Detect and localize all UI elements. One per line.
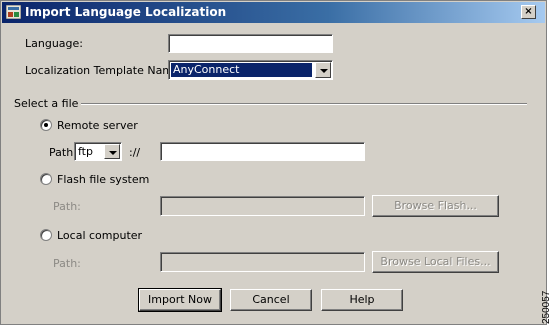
- group-divider: [81, 103, 527, 105]
- close-icon: ×: [524, 6, 533, 17]
- remote-path-label: Path: [49, 146, 74, 159]
- language-label: Language:: [25, 37, 83, 50]
- select-file-group-label: Select a file: [14, 97, 79, 110]
- remote-server-label: Remote server: [57, 119, 138, 132]
- template-selected-value: AnyConnect: [171, 63, 312, 77]
- local-computer-label: Local computer: [57, 229, 143, 242]
- protocol-value: ftp: [78, 145, 93, 158]
- import-language-localization-dialog: Import Language Localization × Language:…: [0, 0, 547, 325]
- title-bar[interactable]: Import Language Localization ×: [2, 2, 545, 23]
- local-path-label: Path:: [53, 257, 81, 270]
- remote-server-radio[interactable]: [40, 119, 52, 131]
- flash-file-system-radio[interactable]: [40, 173, 52, 185]
- local-path-input[interactable]: [160, 252, 365, 272]
- remote-path-input[interactable]: [160, 142, 365, 161]
- window-title: Import Language Localization: [25, 5, 227, 19]
- chevron-down-icon[interactable]: [315, 62, 331, 78]
- flash-path-input[interactable]: [160, 196, 365, 216]
- chevron-down-icon[interactable]: [104, 144, 120, 159]
- svg-text:250057: 250057: [541, 290, 552, 324]
- flash-file-system-label: Flash file system: [57, 173, 150, 186]
- template-select[interactable]: AnyConnect: [168, 60, 333, 80]
- app-icon: [6, 5, 21, 19]
- protocol-select[interactable]: ftp: [74, 142, 122, 161]
- figure-id: 250057: [541, 290, 552, 324]
- close-button[interactable]: ×: [521, 5, 536, 19]
- help-button[interactable]: Help: [321, 289, 403, 311]
- browse-flash-button[interactable]: Browse Flash...: [372, 195, 499, 217]
- template-label: Localization Template Name:: [25, 64, 184, 77]
- browse-local-files-button[interactable]: Browse Local Files...: [372, 251, 499, 273]
- language-input[interactable]: [168, 34, 333, 53]
- import-now-button[interactable]: Import Now: [138, 288, 222, 312]
- local-computer-radio[interactable]: [40, 229, 52, 241]
- protocol-separator: ://: [129, 146, 141, 159]
- cancel-button[interactable]: Cancel: [230, 289, 312, 311]
- flash-path-label: Path:: [53, 200, 81, 213]
